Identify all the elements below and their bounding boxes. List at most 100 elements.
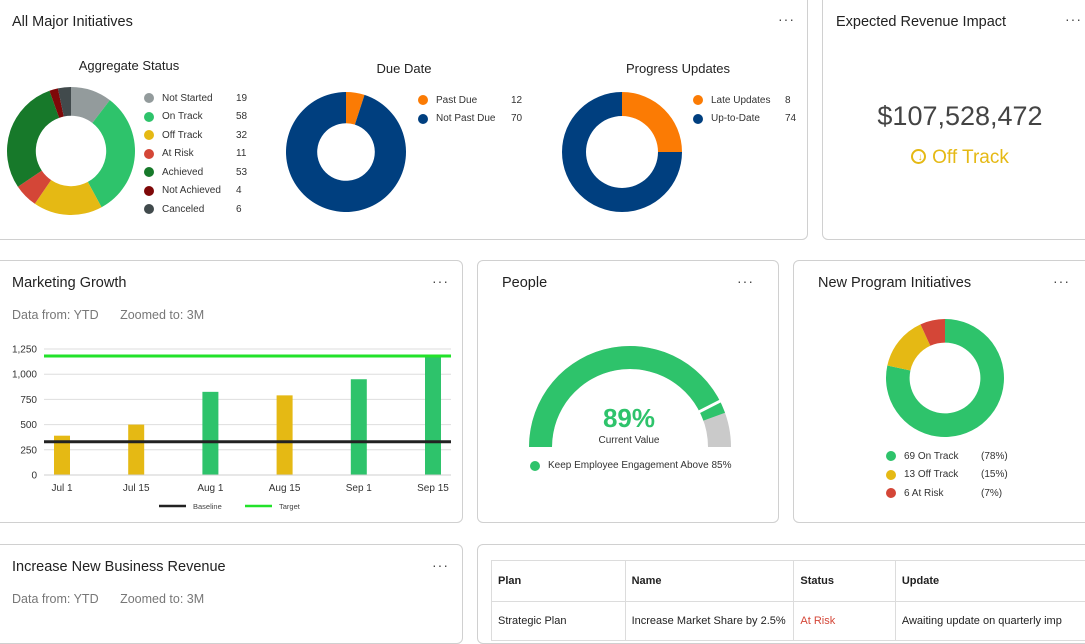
more-options-button[interactable]: ··· xyxy=(778,11,795,27)
legend-value: 58 xyxy=(236,111,247,122)
due-date-legend: Past Due12Not Past Due70 xyxy=(418,91,522,128)
x-tick-label: Jul 15 xyxy=(123,483,150,494)
donut-slice-achieved[interactable] xyxy=(7,91,59,187)
all-major-initiatives-card: All Major Initiatives ··· Aggregate Stat… xyxy=(0,0,808,240)
legend-item[interactable]: Not Achieved4 xyxy=(144,182,247,201)
y-tick-label: 750 xyxy=(20,395,37,406)
zoomed-to-filter[interactable]: Zoomed to: 3M xyxy=(120,592,204,606)
cell-name[interactable]: Increase Market Share by 2.5% xyxy=(625,602,794,641)
gauge-legend: Keep Employee Engagement Above 85% xyxy=(530,460,731,471)
legend-dot xyxy=(418,95,428,105)
legend-value: 70 xyxy=(511,113,522,124)
x-tick-label: Aug 15 xyxy=(269,483,301,494)
cell-plan: Strategic Plan xyxy=(492,602,626,641)
legend-label: Past Due xyxy=(436,95,511,106)
gauge-caption: Current Value xyxy=(478,435,779,446)
legend-label: Off Track xyxy=(162,130,236,141)
data-from-filter[interactable]: Data from: YTD xyxy=(12,592,99,606)
legend-item[interactable]: Canceled6 xyxy=(144,200,247,219)
due-date-title: Due Date xyxy=(377,61,432,76)
legend-dot xyxy=(144,186,154,196)
y-tick-label: 250 xyxy=(20,445,37,456)
donut-slice-not-past-due[interactable] xyxy=(286,92,406,212)
legend-item[interactable]: Past Due12 xyxy=(418,91,522,110)
legend-item[interactable]: Up-to-Date74 xyxy=(693,110,796,129)
y-tick-label: 1,000 xyxy=(12,370,37,381)
x-tick-label: Jul 1 xyxy=(51,483,73,494)
legend-item[interactable]: Late Updates8 xyxy=(693,91,796,110)
gauge-legend-label: Keep Employee Engagement Above 85% xyxy=(548,460,731,471)
legend-dot xyxy=(693,114,703,124)
more-options-button[interactable]: ··· xyxy=(1053,273,1070,289)
cell-status: At Risk xyxy=(794,602,895,641)
legend-label-baseline: Baseline xyxy=(193,502,222,511)
card-title: New Program Initiatives xyxy=(818,275,971,291)
bar-aug-15[interactable] xyxy=(277,395,293,475)
legend-dot xyxy=(144,130,154,140)
donut-slice-late-updates[interactable] xyxy=(622,92,682,152)
bar-sep-1[interactable] xyxy=(351,379,367,475)
bar-aug-1[interactable] xyxy=(202,392,218,475)
gauge-value: 89% xyxy=(478,403,779,434)
legend-item[interactable]: 69 On Track(78%) xyxy=(886,447,1008,466)
initiatives-table-card: Plan Name Status Update Strategic Plan I… xyxy=(477,544,1085,644)
legend-value: 53 xyxy=(236,167,247,178)
bar-sep-15[interactable] xyxy=(425,357,441,475)
due-date-donut xyxy=(285,91,407,213)
legend-item[interactable]: Achieved53 xyxy=(144,163,247,182)
legend-item[interactable]: On Track58 xyxy=(144,108,247,127)
table-header-row: Plan Name Status Update xyxy=(492,561,1085,602)
initiatives-table: Plan Name Status Update Strategic Plan I… xyxy=(491,560,1085,641)
marketing-growth-card: Marketing Growth ··· Data from: YTD Zoom… xyxy=(0,260,463,523)
legend-value: 11 xyxy=(236,148,246,159)
cell-update: Awaiting update on quarterly imp xyxy=(895,602,1085,641)
legend-value: 8 xyxy=(785,95,791,106)
legend-dot xyxy=(886,488,896,498)
legend-dot xyxy=(144,149,154,159)
legend-dot xyxy=(144,93,154,103)
bar-jul-15[interactable] xyxy=(128,425,144,475)
table-row[interactable]: Strategic Plan Increase Market Share by … xyxy=(492,602,1085,641)
new-program-donut xyxy=(885,318,1005,438)
progress-updates-legend: Late Updates8Up-to-Date74 xyxy=(693,91,796,128)
legend-label: Late Updates xyxy=(711,95,785,106)
legend-label: Canceled xyxy=(162,204,236,215)
legend-dot xyxy=(144,167,154,177)
column-header-status[interactable]: Status xyxy=(794,561,895,602)
progress-updates-title: Progress Updates xyxy=(626,61,730,76)
column-header-name[interactable]: Name xyxy=(625,561,794,602)
legend-value: 12 xyxy=(511,95,522,106)
column-header-update[interactable]: Update xyxy=(895,561,1085,602)
people-card: People ··· 89% Current Value Keep Employ… xyxy=(477,260,779,523)
legend-item[interactable]: Off Track32 xyxy=(144,126,247,145)
legend-label-target: Target xyxy=(279,502,301,511)
legend-item[interactable]: 6 At Risk(7%) xyxy=(886,484,1008,503)
legend-value: 4 xyxy=(236,185,242,196)
legend-item[interactable]: 13 Off Track(15%) xyxy=(886,466,1008,485)
revenue-status-label: Off Track xyxy=(932,147,1009,168)
column-header-plan[interactable]: Plan xyxy=(492,561,626,602)
legend-item[interactable]: Not Past Due70 xyxy=(418,110,522,129)
y-tick-label: 1,250 xyxy=(12,345,37,356)
arrow-down-circle-icon: ↓ xyxy=(911,149,926,164)
chart-filters: Data from: YTD Zoomed to: 3M xyxy=(12,592,222,606)
card-title: Increase New Business Revenue xyxy=(12,559,226,575)
aggregate-status-legend: Not Started19On Track58Off Track32At Ris… xyxy=(144,89,247,219)
legend-value: 19 xyxy=(236,93,247,104)
legend-label: 6 At Risk xyxy=(904,488,981,499)
x-tick-label: Sep 15 xyxy=(417,483,449,494)
legend-label: Not Achieved xyxy=(162,185,236,196)
new-program-legend: 69 On Track(78%)13 Off Track(15%)6 At Ri… xyxy=(886,447,1008,503)
revenue-status: ↓ Off Track xyxy=(823,147,1085,169)
legend-label: On Track xyxy=(162,111,236,122)
x-tick-label: Aug 1 xyxy=(197,483,224,494)
legend-dot xyxy=(886,470,896,480)
legend-value: 32 xyxy=(236,130,247,141)
more-options-button[interactable]: ··· xyxy=(432,557,449,573)
x-tick-label: Sep 1 xyxy=(346,483,373,494)
legend-item[interactable]: Not Started19 xyxy=(144,89,247,108)
card-title: Expected Revenue Impact xyxy=(836,14,1006,30)
legend-item[interactable]: At Risk11 xyxy=(144,145,247,164)
more-options-button[interactable]: ··· xyxy=(1065,11,1082,27)
legend-dot xyxy=(693,95,703,105)
